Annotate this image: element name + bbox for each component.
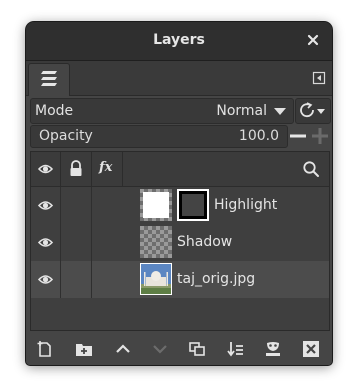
layer-thumbnail[interactable] [140,226,172,258]
layer-name[interactable]: Shadow [177,234,232,250]
mode-value: Normal [216,103,267,119]
mode-row: Mode Normal [30,98,331,124]
eye-icon [37,164,54,174]
layer-visibility-toggle[interactable] [31,187,61,224]
minus-icon [290,134,306,138]
new-layer-icon[interactable] [34,338,56,360]
search-icon[interactable] [301,159,321,179]
layer-thumbnail[interactable] [140,263,172,295]
tab-layers[interactable] [28,63,70,96]
title-bar[interactable]: Layers [26,22,332,61]
opacity-label: Opacity [39,128,93,144]
opacity-decrease-button[interactable] [288,125,308,147]
layer-link-toggle[interactable] [61,261,92,298]
visibility-column-header[interactable] [31,152,61,186]
layers-dialog: Layers Mode Normal Opacity 100.0 fx High… [26,22,332,365]
raise-layer-icon[interactable] [112,338,134,360]
mode-label: Mode [35,103,74,119]
merge-layer-icon[interactable] [224,338,246,360]
delete-layer-icon[interactable] [300,338,322,360]
close-icon[interactable] [304,31,322,49]
duplicate-layer-icon[interactable] [186,338,208,360]
layer-visibility-toggle[interactable] [31,224,61,261]
photo-thumbnail [141,264,171,294]
plus-icon [312,128,328,144]
layer-visibility-toggle[interactable] [31,261,61,298]
layer-name[interactable]: taj_orig.jpg [177,271,255,287]
layer-name[interactable]: Highlight [214,197,277,213]
composite-mode-button[interactable] [295,98,331,124]
add-mask-icon[interactable] [262,338,284,360]
effects-column-header[interactable]: fx [92,152,123,186]
lock-column-header[interactable] [61,152,92,186]
mode-dropdown[interactable]: Mode Normal [30,98,294,124]
chevron-down-icon [274,108,286,115]
tab-menu-icon[interactable] [312,70,326,85]
lock-icon [70,160,82,176]
layer-link-toggle[interactable] [61,224,92,261]
opacity-value: 100.0 [238,128,279,144]
layer-link-toggle[interactable] [61,187,92,224]
layers-stack-icon [41,71,57,86]
new-layer-group-icon[interactable] [73,338,95,360]
fx-icon: fx [99,160,113,175]
dock-tab-bar [26,61,332,96]
layer-thumbnail[interactable] [140,189,172,221]
layer-mask-thumbnail[interactable] [177,189,209,221]
layer-row-taj-orig[interactable]: taj_orig.jpg [31,261,329,298]
composite-mode-icon [300,102,325,118]
opacity-row: Opacity 100.0 [30,125,330,149]
layer-row-shadow[interactable]: Shadow [31,224,329,261]
opacity-increase-button[interactable] [310,125,330,147]
eye-icon [37,275,54,284]
eye-icon [37,201,54,210]
opacity-slider[interactable]: Opacity 100.0 [30,125,288,148]
lower-layer-icon[interactable] [149,338,171,360]
layer-row-highlight[interactable]: Highlight [31,187,329,224]
eye-icon [37,238,54,247]
layers-list: fx Highlight Shadow taj_orig.jpg [30,151,330,331]
layers-list-header: fx [31,152,329,187]
layers-toolbar [26,332,332,365]
dialog-title: Layers [153,32,205,48]
